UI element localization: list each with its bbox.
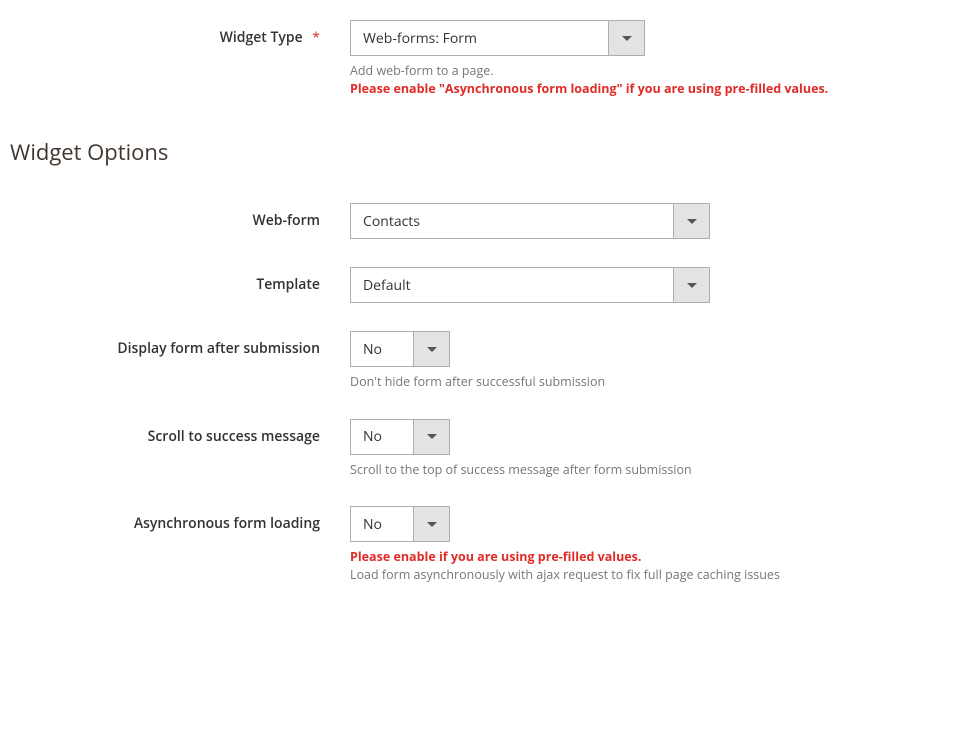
- chevron-down-icon: [427, 522, 437, 527]
- chevron-down-icon: [687, 219, 697, 224]
- template-dropdown-button[interactable]: [673, 268, 709, 302]
- async-loading-label: Asynchronous form loading: [10, 506, 350, 533]
- widget-type-note-warn: Please enable "Asynchronous form loading…: [350, 80, 828, 97]
- display-after-dropdown-button[interactable]: [413, 332, 449, 366]
- async-loading-value: No: [351, 507, 413, 541]
- chevron-down-icon: [687, 283, 697, 288]
- widget-type-note: Add web-form to a page. Please enable "A…: [350, 62, 963, 97]
- widget-type-note-line1: Add web-form to a page.: [350, 62, 494, 79]
- display-after-note: Don't hide form after successful submiss…: [350, 373, 963, 391]
- scroll-success-label: Scroll to success message: [10, 419, 350, 446]
- widget-type-select[interactable]: Web-forms: Form: [350, 20, 645, 56]
- async-loading-dropdown-button[interactable]: [413, 507, 449, 541]
- template-value: Default: [351, 268, 673, 302]
- template-select[interactable]: Default: [350, 267, 710, 303]
- widget-type-label: Widget Type *: [10, 20, 350, 47]
- scroll-success-dropdown-button[interactable]: [413, 420, 449, 454]
- widget-type-value: Web-forms: Form: [351, 21, 608, 55]
- section-heading-widget-options: Widget Options: [10, 137, 963, 167]
- chevron-down-icon: [427, 434, 437, 439]
- web-form-select[interactable]: Contacts: [350, 203, 710, 239]
- widget-type-dropdown-button[interactable]: [608, 21, 644, 55]
- web-form-dropdown-button[interactable]: [673, 204, 709, 238]
- required-asterisk: *: [312, 28, 320, 47]
- scroll-success-value: No: [351, 420, 413, 454]
- async-loading-note: Please enable if you are using pre-fille…: [350, 548, 963, 583]
- async-loading-note-text: Load form asynchronously with ajax reque…: [350, 566, 780, 583]
- async-loading-select[interactable]: No: [350, 506, 450, 542]
- display-after-label: Display form after submission: [10, 331, 350, 358]
- chevron-down-icon: [427, 347, 437, 352]
- display-after-select[interactable]: No: [350, 331, 450, 367]
- template-label: Template: [10, 267, 350, 294]
- scroll-success-note: Scroll to the top of success message aft…: [350, 461, 963, 479]
- chevron-down-icon: [622, 36, 632, 41]
- web-form-value: Contacts: [351, 204, 673, 238]
- display-after-value: No: [351, 332, 413, 366]
- web-form-label: Web-form: [10, 203, 350, 230]
- scroll-success-select[interactable]: No: [350, 419, 450, 455]
- widget-type-label-text: Widget Type: [220, 28, 303, 47]
- async-loading-warn: Please enable if you are using pre-fille…: [350, 548, 641, 565]
